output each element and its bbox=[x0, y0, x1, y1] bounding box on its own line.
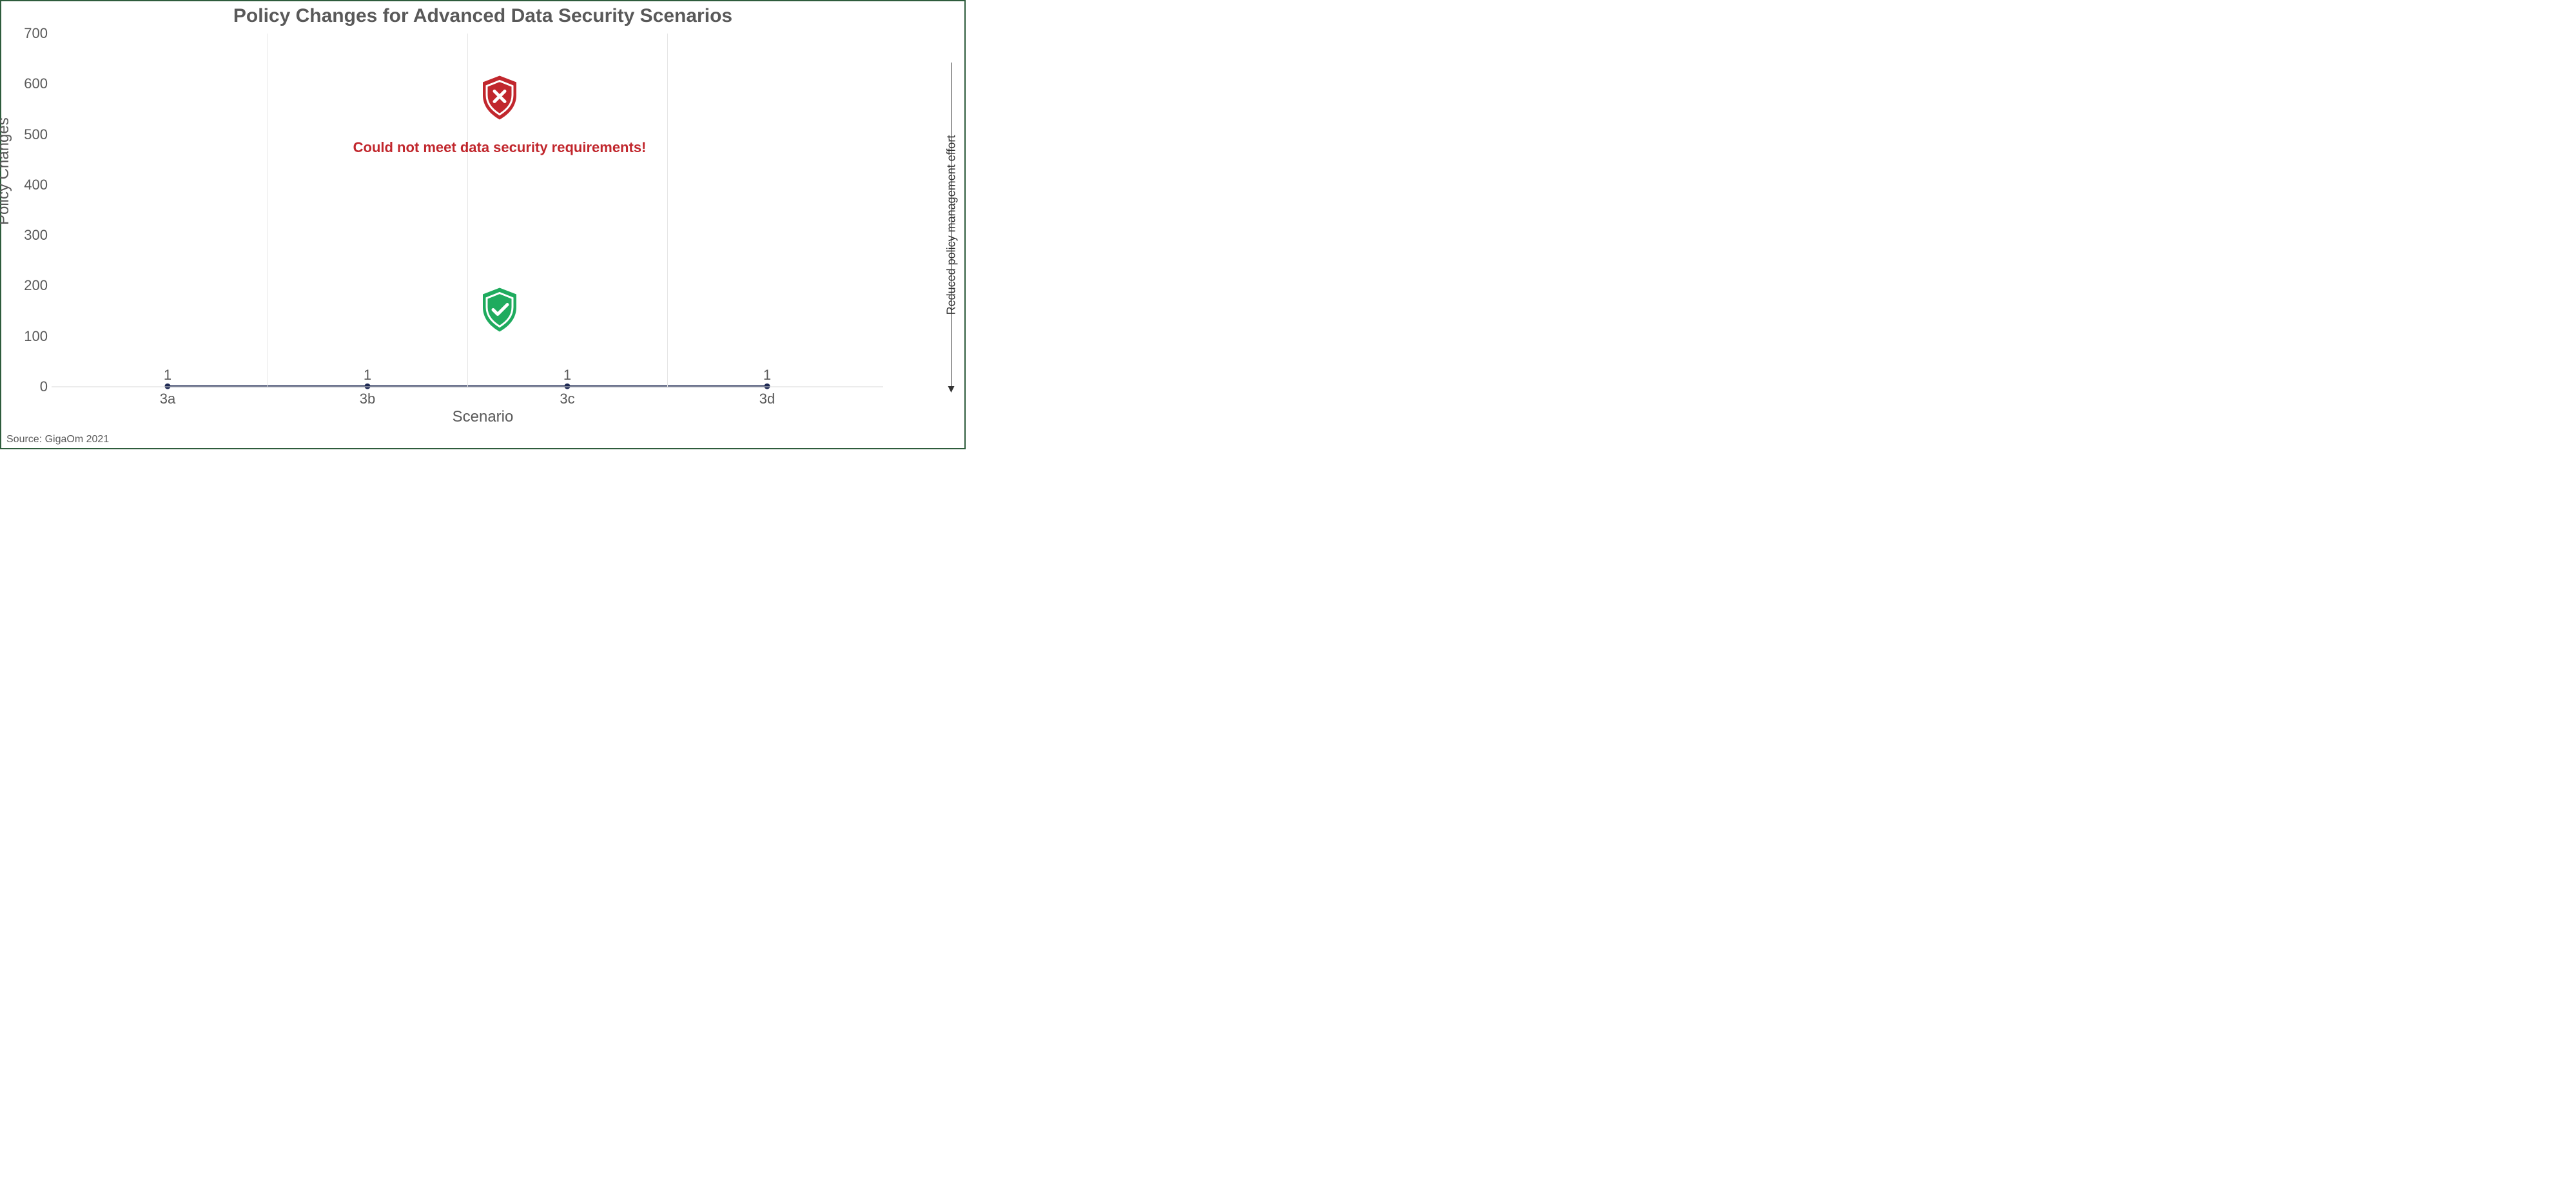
y-axis-label: Policy Changes bbox=[0, 117, 13, 225]
x-tick-label: 3d bbox=[759, 391, 775, 407]
x-tick-label: 3b bbox=[360, 391, 375, 407]
source-text: Source: GigaOm 2021 bbox=[6, 434, 109, 445]
chart-frame: Policy Changes for Advanced Data Securit… bbox=[0, 0, 966, 449]
chart-title: Policy Changes for Advanced Data Securit… bbox=[1, 5, 964, 27]
y-tick-label: 700 bbox=[14, 25, 48, 42]
y-tick-label: 100 bbox=[14, 328, 48, 345]
right-axis-label: Reduced policy management effort bbox=[945, 135, 959, 315]
right-arrow-group: Reduced policy management effort bbox=[945, 57, 958, 393]
gridline bbox=[467, 34, 468, 387]
y-tick-label: 600 bbox=[14, 75, 48, 92]
x-tick-label: 3c bbox=[560, 391, 574, 407]
gridline bbox=[667, 34, 668, 387]
x-axis-label: Scenario bbox=[1, 408, 964, 426]
x-tick-label: 3a bbox=[160, 391, 175, 407]
data-label: 1 bbox=[364, 367, 371, 384]
data-label: 1 bbox=[164, 367, 171, 384]
shield-x-icon bbox=[479, 74, 520, 124]
shield-check-icon bbox=[479, 286, 520, 336]
y-tick-label: 200 bbox=[14, 277, 48, 294]
y-tick-label: 500 bbox=[14, 126, 48, 143]
plot-area: 01002003004005006007003a3b3c3d1111Could … bbox=[52, 34, 883, 387]
data-label: 1 bbox=[563, 367, 571, 384]
y-tick-label: 300 bbox=[14, 227, 48, 244]
y-tick-label: 400 bbox=[14, 177, 48, 193]
y-tick-label: 0 bbox=[14, 378, 48, 395]
annotation-text: Could not meet data security requirement… bbox=[353, 139, 647, 156]
data-label: 1 bbox=[763, 367, 771, 384]
